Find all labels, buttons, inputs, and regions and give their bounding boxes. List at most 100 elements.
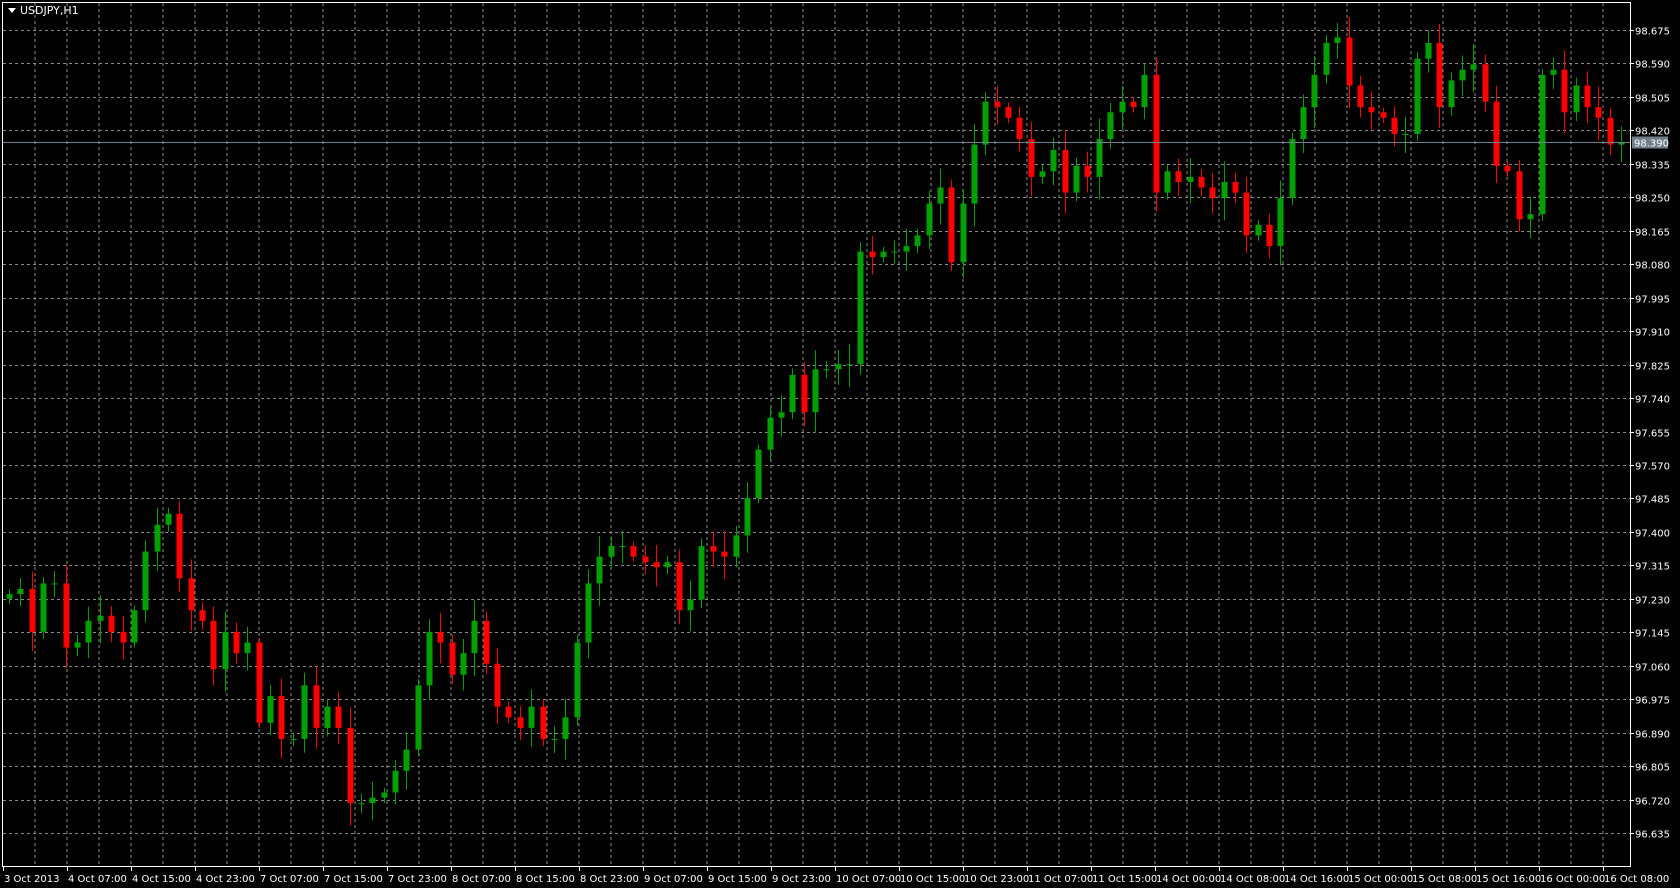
- candle-body-bull: [1425, 42, 1432, 59]
- y-tick-label: 97.230: [1635, 596, 1670, 607]
- candle-body-bear: [1368, 107, 1375, 113]
- candle-body-bear: [1436, 42, 1443, 108]
- price-chart[interactable]: 98.675 98.590 98.505 98.420 98.335 98.250 98.1…: [0, 0, 1680, 888]
- candle-body-bear: [948, 187, 955, 263]
- candle-body-bear: [188, 578, 195, 611]
- candle-body-bull: [608, 546, 615, 557]
- y-tick-label: 98.335: [1635, 161, 1670, 172]
- candle-body-bull: [971, 144, 978, 204]
- y-tick-label: 98.165: [1635, 228, 1670, 239]
- y-tick-label: 98.590: [1635, 60, 1670, 71]
- candle-body-bull: [1539, 74, 1546, 215]
- candle-body-bear: [1561, 69, 1568, 113]
- candle-body-bull: [585, 583, 592, 643]
- x-tick-label: 10 Oct 07:00: [836, 874, 901, 885]
- candle-body-bear: [1504, 165, 1511, 172]
- candle-body-bear: [1062, 150, 1069, 193]
- candle-body-bull: [914, 235, 921, 247]
- y-tick-label: 98.420: [1635, 127, 1670, 138]
- y-tick-label: 97.485: [1635, 495, 1670, 506]
- x-tick-label: 4 Oct 07:00: [68, 874, 127, 885]
- candle-body-bear: [1584, 85, 1591, 108]
- candle-body-bull: [1414, 58, 1421, 134]
- candle-body-bull: [131, 610, 138, 643]
- candle-body-bull: [6, 594, 13, 599]
- chart-frame: [2, 2, 1631, 867]
- candle-body-bull: [415, 685, 422, 750]
- x-tick-label: 11 Oct 15:00: [1092, 874, 1157, 885]
- y-tick-label: 96.890: [1635, 730, 1670, 741]
- candle-body-bull: [460, 653, 467, 675]
- x-tick-label: 9 Oct 23:00: [772, 874, 831, 885]
- candle-body-bear: [1346, 37, 1353, 86]
- x-tick-label: 4 Oct 23:00: [196, 874, 255, 885]
- y-tick-label: 98.080: [1635, 261, 1670, 272]
- candle-body-bull: [1187, 176, 1194, 182]
- candle-body-bear: [347, 727, 354, 804]
- x-tick-label: 4 Oct 15:00: [132, 874, 191, 885]
- candle-body-bull: [574, 642, 581, 718]
- candle-body-bull: [244, 642, 251, 654]
- candle-body-bear: [210, 620, 217, 670]
- candle-body-bull: [1289, 139, 1296, 199]
- x-tick-label: 10 Oct 23:00: [964, 874, 1029, 885]
- candle-body-bear: [256, 642, 263, 723]
- candle-body-bull: [51, 583, 58, 585]
- candle-body-bear: [494, 663, 501, 707]
- y-tick-label: 97.995: [1635, 295, 1670, 306]
- current-price-label: 98.390: [1634, 139, 1669, 150]
- candle-body-bull: [1221, 181, 1228, 199]
- y-tick-label: 97.060: [1635, 663, 1670, 674]
- candle-body-bull: [85, 620, 92, 643]
- candle-body-bull: [97, 615, 104, 621]
- candle-body-bear: [630, 546, 637, 557]
- candle-body-bear: [653, 562, 660, 568]
- candle-body-bear: [449, 642, 456, 675]
- candle-body-bear: [1357, 85, 1364, 108]
- x-tick-label: 15 Oct 08:00: [1412, 874, 1477, 885]
- candle-body-bull: [812, 369, 819, 413]
- candle-body-bear: [233, 631, 240, 654]
- candle-body-bear: [801, 374, 808, 413]
- x-tick-label: 8 Oct 23:00: [580, 874, 639, 885]
- dropdown-triangle-icon[interactable]: [8, 8, 16, 13]
- y-tick-label: 98.675: [1635, 27, 1670, 38]
- candle-body-bull: [1119, 101, 1126, 113]
- candle-body-bull: [1550, 69, 1557, 75]
- x-tick-label: 8 Oct 15:00: [516, 874, 575, 885]
- candle-body-bull: [982, 101, 989, 145]
- x-tick-label: 11 Oct 07:00: [1028, 874, 1093, 885]
- candle-body-bear: [1130, 101, 1137, 108]
- candle-body-bull: [17, 588, 24, 595]
- candle-body-bull: [154, 524, 161, 552]
- candle-body-bear: [1016, 117, 1023, 140]
- candle-body-bull: [891, 251, 898, 253]
- candle-body-bull: [778, 412, 785, 418]
- candle-body-bull: [687, 599, 694, 611]
- candle-body-bull: [937, 187, 944, 204]
- y-tick-label: 97.910: [1635, 328, 1670, 339]
- candle-body-bull: [1573, 85, 1580, 113]
- chart-title[interactable]: USDJPY,H1: [8, 4, 79, 17]
- candle-body-bull: [767, 417, 774, 450]
- x-tick-label: 14 Oct 08:00: [1220, 874, 1285, 885]
- y-tick-label: 96.720: [1635, 797, 1670, 808]
- candle-body-bull: [960, 203, 967, 263]
- candle-body-bear: [1595, 107, 1602, 118]
- candle-body-bear: [278, 696, 285, 739]
- candle-body-bull: [1448, 80, 1455, 108]
- candle-body-bear: [1266, 224, 1273, 247]
- x-tick-label: 16 Oct 00:00: [1540, 874, 1605, 885]
- candle-body-bull: [426, 631, 433, 686]
- candle-body-bear: [1391, 117, 1398, 134]
- candle-body-bull: [1073, 165, 1080, 193]
- candle-body-bull: [733, 535, 740, 557]
- candle-body-bull: [562, 717, 569, 739]
- candle-body-bear: [1198, 176, 1205, 188]
- candle-body-bull: [1039, 171, 1046, 177]
- candle-body-bull: [74, 642, 81, 648]
- candle-body-bull: [1050, 150, 1057, 172]
- y-tick-label: 97.740: [1635, 395, 1670, 406]
- candle-body-bull: [846, 364, 853, 366]
- candle-body-bull: [267, 696, 274, 723]
